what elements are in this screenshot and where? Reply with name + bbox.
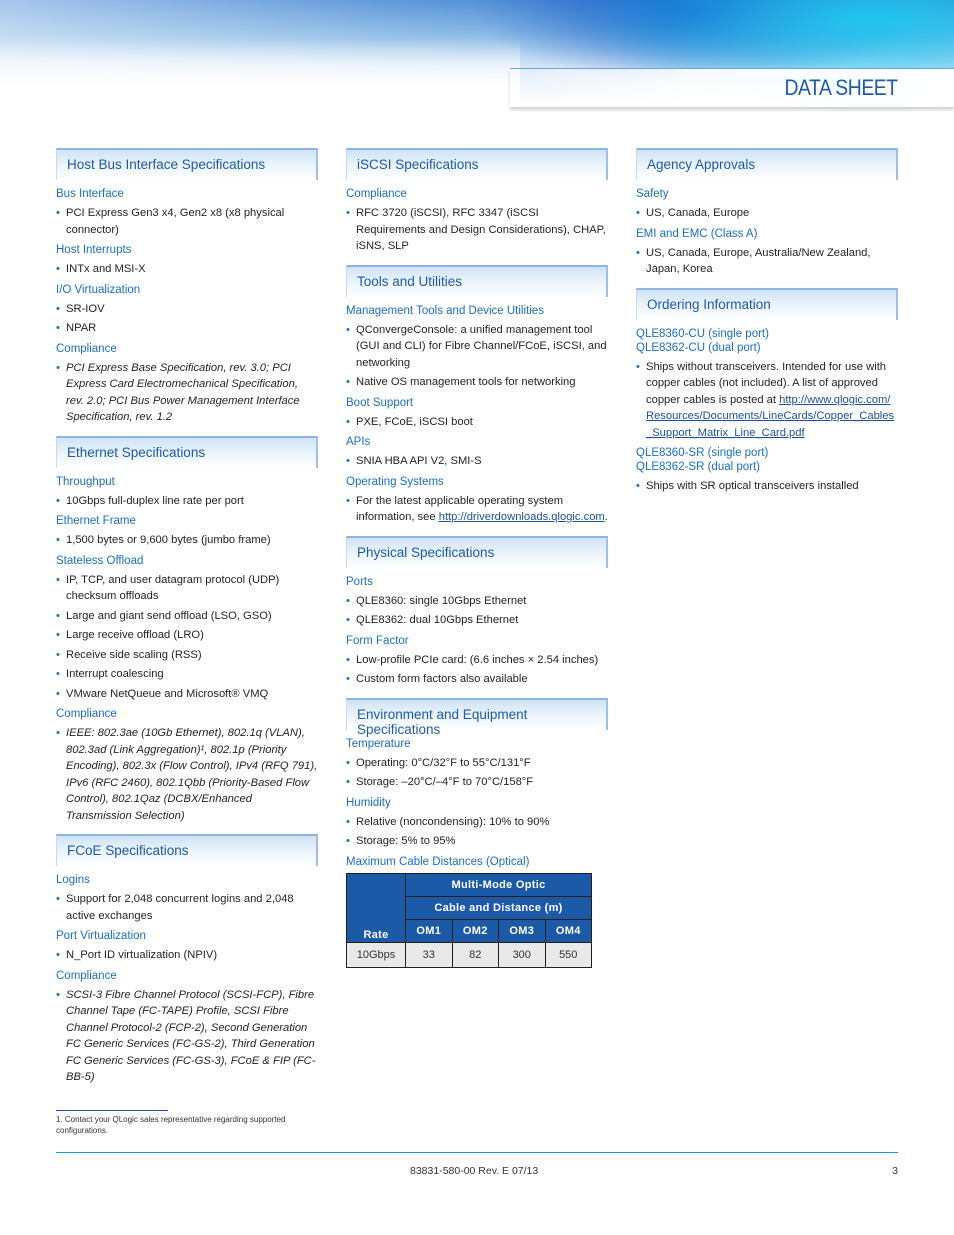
list-item: PCI Express Base Specification, rev. 3.0… <box>56 360 318 426</box>
subheading: Port Virtualization <box>56 930 146 942</box>
list-item: PXE, FCoE, iSCSI boot <box>346 414 608 431</box>
subheading: Boot Support <box>346 396 414 409</box>
subheading: Management Tools and Device Utilities <box>346 304 544 317</box>
subheading: Compliance <box>56 342 117 355</box>
list-item: Storage: –20°C/–4°F to 70°C/158°F <box>346 774 608 791</box>
subheading: QLE8360-CU (single port) <box>636 327 769 340</box>
subheading: Logins <box>56 874 90 886</box>
list-item: Operating: 0°C/32°F to 55°C/131°F <box>346 755 608 772</box>
list-item: RFC 3720 (iSCSI), RFC 3347 (iSCSI Requir… <box>346 205 608 255</box>
title-strip: DATA SHEET <box>510 68 954 107</box>
table-row: 10Gbps 33 82 300 550 <box>346 941 592 968</box>
subheading: Stateless Offload <box>56 554 144 567</box>
banner-fade <box>0 40 520 120</box>
list-item: INTx and MSI-X <box>56 261 318 278</box>
subheading: EMI and EMC (Class A) <box>636 227 758 240</box>
list-item: Interrupt coalescing <box>56 666 318 683</box>
section-iscsi: iSCSI Specifications <box>346 148 608 180</box>
subheading: Maximum Cable Distances (Optical) <box>346 855 530 868</box>
subheading: Ports <box>346 575 373 588</box>
list-item: SR-IOV <box>56 301 318 318</box>
section-physical: Physical Specifications <box>346 535 608 568</box>
list-item: Large and giant send offload (LSO, GSO) <box>56 608 318 625</box>
footer-divider <box>56 1152 898 1153</box>
list-item: Ships with SR optical transceivers insta… <box>636 478 898 495</box>
subheading: Safety <box>636 188 669 200</box>
subheading: Temperature <box>346 737 411 750</box>
subheading: Throughput <box>56 475 115 488</box>
value-cell: 300 <box>498 941 546 968</box>
list-item: N_Port ID virtualization (NPIV) <box>56 947 318 964</box>
subheading: APIs <box>346 436 371 448</box>
subheading: Form Factor <box>346 634 409 647</box>
list-item: US, Canada, Europe, Australia/New Zealan… <box>636 245 898 278</box>
subheading: Operating Systems <box>346 475 444 488</box>
list-item: Low-profile PCIe card: (6.6 inches × 2.5… <box>346 652 608 669</box>
document-id: 83831-580-00 Rev. E 07/13 <box>410 1165 539 1177</box>
list-item: IEEE: 802.3ae (10Gb Ethernet), 802.1q (V… <box>56 725 318 824</box>
group-header: Multi-Mode Optic <box>405 872 592 897</box>
list-item: SCSI-3 Fibre Channel Protocol (SCSI-FCP)… <box>56 987 318 1086</box>
section-environment: Environment and Equipment Specifications <box>346 697 608 737</box>
column-header: OM3 <box>498 918 546 943</box>
driver-downloads-link[interactable]: http://driverdownloads.qlogic.com <box>439 511 605 523</box>
column-header: OM4 <box>544 918 592 943</box>
column-header: OM2 <box>451 918 499 943</box>
subheading: QLE8362-SR (dual port) <box>636 461 761 473</box>
list-item: QLE8360: single 10Gbps Ethernet <box>346 593 608 610</box>
subheading: Compliance <box>56 969 117 982</box>
column-3: Agency Approvals Safety US, Canada, Euro… <box>636 148 898 499</box>
document-type-title: DATA SHEET <box>784 75 899 100</box>
subheading: QLE8362-CU (dual port) <box>636 341 761 354</box>
subheading: Ethernet Frame <box>56 515 136 527</box>
section-host-bus-interface: Host Bus Interface Specifications <box>56 148 318 180</box>
list-item: Storage: 5% to 95% <box>346 833 608 850</box>
list-item: NPAR <box>56 320 318 337</box>
list-item: PCI Express Gen3 x4, Gen2 x8 (x8 physica… <box>56 205 318 238</box>
column-header: OM1 <box>405 918 453 943</box>
section-tools-utilities: Tools and Utilities <box>346 264 608 297</box>
list-item: QConvergeConsole: a unified management t… <box>346 322 608 372</box>
list-item: Support for 2,048 concurrent logins and … <box>56 891 318 924</box>
section-ordering-information: Ordering Information <box>636 287 898 320</box>
section-ethernet: Ethernet Specifications <box>56 435 318 468</box>
value-cell: 33 <box>405 941 453 968</box>
subheading: Humidity <box>346 796 391 809</box>
subheading: Host Interrupts <box>56 244 132 256</box>
list-item: Native OS management tools for networkin… <box>346 374 608 391</box>
list-item: For the latest applicable operating syst… <box>346 493 608 526</box>
list-item: Large receive offload (LRO) <box>56 627 318 644</box>
page-number: 3 <box>892 1165 898 1177</box>
footnote: 1. Contact your QLogic sales representat… <box>56 1115 286 1135</box>
subheading: Compliance <box>56 708 117 720</box>
list-item: VMware NetQueue and Microsoft® VMQ <box>56 686 318 703</box>
list-item: 10Gbps full-duplex line rate per port <box>56 493 318 510</box>
rate-cell: 10Gbps <box>346 941 406 968</box>
subheading: Bus Interface <box>56 188 124 200</box>
list-item: Relative (noncondensing): 10% to 90% <box>346 814 608 831</box>
subheading: Compliance <box>346 188 407 200</box>
cable-distance-table: Rate Multi-Mode Optic Cable and Distance… <box>346 872 592 968</box>
list-item: US, Canada, Europe <box>636 205 898 222</box>
list-item: QLE8362: dual 10Gbps Ethernet <box>346 612 608 629</box>
footnote-divider <box>56 1110 168 1111</box>
column-2: iSCSI Specifications Compliance RFC 3720… <box>346 148 608 968</box>
list-item: IP, TCP, and user datagram protocol (UDP… <box>56 572 318 605</box>
list-item: Custom form factors also available <box>346 671 608 688</box>
list-item: 1,500 bytes or 9,600 bytes (jumbo frame) <box>56 532 318 549</box>
list-item: SNIA HBA API V2, SMI-S <box>346 453 608 470</box>
column-1: Host Bus Interface Specifications Bus In… <box>56 148 318 1090</box>
section-agency-approvals: Agency Approvals <box>636 148 898 180</box>
value-cell: 550 <box>544 941 592 968</box>
rate-header: Rate <box>346 872 406 943</box>
section-fcoe: FCoE Specifications <box>56 834 318 866</box>
subheading: QLE8360-SR (single port) <box>636 447 769 459</box>
value-cell: 82 <box>451 941 499 968</box>
sub-header: Cable and Distance (m) <box>405 895 592 920</box>
subheading: I/O Virtualization <box>56 283 141 296</box>
list-item: Receive side scaling (RSS) <box>56 647 318 664</box>
list-item: Ships without transceivers. Intended for… <box>636 359 898 442</box>
